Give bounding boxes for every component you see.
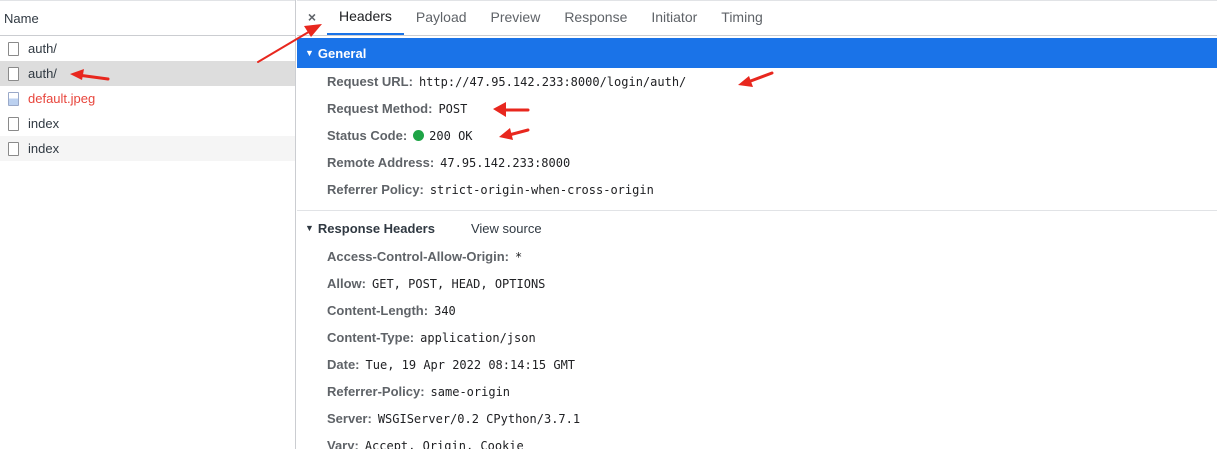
header-key: Remote Address: [327,155,435,170]
header-value: GET, POST, HEAD, OPTIONS [372,276,546,291]
request-name: auth/ [28,66,57,81]
response-header-row: Allow: GET, POST, HEAD, OPTIONS [297,270,1217,297]
header-value: application/json [420,330,536,345]
view-source-link[interactable]: View source [471,221,542,236]
header-key: Allow: [327,276,366,291]
triangle-down-icon: ▼ [305,223,314,233]
response-header-row: Server: WSGIServer/0.2 CPython/3.7.1 [297,405,1217,432]
request-name: index [28,141,60,156]
request-list-panel: Name auth/ auth/ default.jpeg index inde… [0,0,296,449]
tab-payload[interactable]: Payload [404,0,479,35]
image-file-icon [8,91,19,106]
request-name: default.jpeg [28,91,96,106]
header-key: Referrer Policy: [327,182,424,197]
general-section-header[interactable]: ▼ General [297,38,1217,68]
tab-headers[interactable]: Headers [327,0,404,35]
header-value: 200 OK [429,128,473,143]
response-headers-section-header[interactable]: ▼ Response Headers View source [297,213,1217,243]
tab-response[interactable]: Response [552,0,639,35]
close-icon[interactable]: × [297,0,327,35]
remote-address-row: Remote Address: 47.95.142.233:8000 [297,149,1217,176]
header-key: Content-Length: [327,303,429,318]
referrer-policy-row: Referrer Policy: strict-origin-when-cros… [297,176,1217,203]
header-key: Access-Control-Allow-Origin: [327,249,510,264]
section-title: General [317,45,367,61]
header-key: Date: [327,357,360,372]
header-value: strict-origin-when-cross-origin [429,182,654,197]
document-icon [8,141,19,156]
response-header-row: Access-Control-Allow-Origin: * [297,243,1217,270]
tab-timing[interactable]: Timing [709,0,775,35]
request-name: index [28,116,60,131]
header-value: 340 [434,303,456,318]
document-icon [8,66,19,81]
response-header-row: Referrer-Policy: same-origin [297,378,1217,405]
header-value: Tue, 19 Apr 2022 08:14:15 GMT [365,357,576,372]
header-value: WSGIServer/0.2 CPython/3.7.1 [377,411,581,426]
header-value: 47.95.142.233:8000 [440,155,571,170]
header-key: Content-Type: [327,330,415,345]
request-row-selected[interactable]: auth/ [0,61,295,86]
request-method-row: Request Method: POST [297,95,1217,122]
request-row[interactable]: default.jpeg [0,86,295,111]
details-tab-bar: × Headers Payload Preview Response Initi… [297,0,1217,36]
request-details-panel: × Headers Payload Preview Response Initi… [297,0,1217,449]
document-icon [8,116,19,131]
request-row[interactable]: index [0,111,295,136]
header-key: Status Code: [327,128,408,143]
triangle-down-icon: ▼ [305,48,314,58]
status-dot-icon [413,130,425,141]
name-column-header[interactable]: Name [0,0,295,36]
request-row[interactable]: auth/ [0,36,295,61]
header-key: Vary: [327,438,359,449]
section-title: Response Headers [317,220,435,236]
section-divider [297,210,1217,211]
header-value: http://47.95.142.233:8000/login/auth/ [418,74,687,89]
header-value: * [515,249,523,264]
request-url-row: Request URL: http://47.95.142.233:8000/l… [297,68,1217,95]
header-key: Server: [327,411,372,426]
response-header-row: Content-Length: 340 [297,297,1217,324]
header-key: Request URL: [327,74,413,89]
header-key: Request Method: [327,101,433,116]
response-header-row: Vary: Accept, Origin, Cookie [297,432,1217,449]
response-header-row: Content-Type: application/json [297,324,1217,351]
tab-initiator[interactable]: Initiator [639,0,709,35]
status-code-row: Status Code: 200 OK [297,122,1217,149]
header-value: same-origin [430,384,511,399]
header-value: POST [438,101,468,116]
document-icon [8,41,19,56]
response-header-row: Date: Tue, 19 Apr 2022 08:14:15 GMT [297,351,1217,378]
header-value: Accept, Origin, Cookie [364,438,524,449]
tab-preview[interactable]: Preview [479,0,553,35]
request-name: auth/ [28,41,57,56]
header-key: Referrer-Policy: [327,384,425,399]
request-row[interactable]: index [0,136,295,161]
